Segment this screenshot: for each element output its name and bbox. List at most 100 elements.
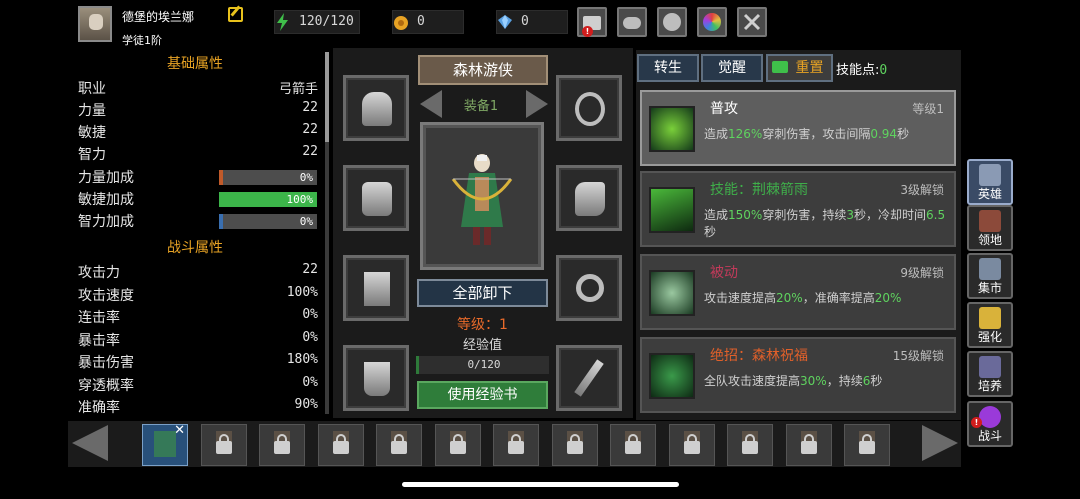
roster-slot-locked[interactable] <box>785 424 832 466</box>
roster-slot-locked[interactable] <box>668 424 715 466</box>
reset-label: 重置 <box>795 60 824 76</box>
roster-slot-locked[interactable] <box>493 424 539 466</box>
top-bar: 德堡的埃兰娜 学徒1阶 120/120 0 0 ! <box>0 0 1080 48</box>
bonus-bar: 0% <box>219 214 317 229</box>
edit-name-icon[interactable] <box>228 7 243 22</box>
bonus-value: 0% <box>299 171 313 184</box>
stat-row-class: 职业 弓箭手 <box>78 78 318 100</box>
settings-button[interactable] <box>657 7 687 37</box>
gamepad-button[interactable] <box>617 7 647 37</box>
roster-slot-locked[interactable] <box>844 424 890 466</box>
skill-name: 技能：荆棘箭雨 <box>710 182 808 198</box>
bonus-label: 敏捷加成 <box>78 192 134 208</box>
player-rank: 学徒1阶 <box>122 34 162 47</box>
roster-next-arrow[interactable] <box>922 425 958 461</box>
lock-icon <box>508 434 524 454</box>
nav-cultivate[interactable]: 培养 <box>967 351 1013 397</box>
nav-market[interactable]: 集市 <box>967 253 1013 299</box>
roster-slot-locked[interactable] <box>727 424 773 466</box>
stat-value: 180% <box>286 352 318 367</box>
reset-button[interactable]: 重置 <box>766 54 833 82</box>
skill-name: 普攻 <box>710 101 738 117</box>
scrollbar-thumb[interactable] <box>325 52 329 142</box>
close-icon[interactable]: ✕ <box>174 423 185 438</box>
equip-slot-weapon[interactable] <box>556 345 622 411</box>
stat-value: 0% <box>302 307 318 322</box>
equip-slot-pants[interactable] <box>343 255 409 321</box>
roster-slot-locked[interactable] <box>551 424 598 466</box>
nav-enhance[interactable]: 强化 <box>967 302 1013 348</box>
nav-hero[interactable]: 英雄 <box>967 159 1013 205</box>
mail-button[interactable]: ! <box>577 7 607 37</box>
armor-icon <box>362 182 392 216</box>
roster-prev-arrow[interactable] <box>72 425 108 461</box>
equip-slot-gloves[interactable] <box>556 165 622 231</box>
skill-card-basic-attack[interactable]: 普攻 等级1 造成126%穿刺伤害，攻击间隔0.94秒 <box>640 90 956 166</box>
home-indicator <box>402 482 679 487</box>
color-wheel-button[interactable] <box>697 7 727 37</box>
nav-battle[interactable]: ! 战斗 <box>967 401 1013 447</box>
combat-attributes-title: 战斗属性 <box>167 240 223 256</box>
stat-label: 连击率 <box>78 310 120 326</box>
roster-slot-locked[interactable] <box>317 424 364 466</box>
skill-name: 绝招：森林祝福 <box>710 348 808 364</box>
next-equip-set-arrow[interactable] <box>526 90 548 118</box>
skill-card-thorn-rain[interactable]: 技能：荆棘箭雨 3级解锁 造成150%穿刺伤害，持续3秒，冷却时间6.5秒 <box>640 171 956 247</box>
stat-row-intelligence: 智力 22 <box>78 144 318 166</box>
gem-value: 0 <box>521 14 529 29</box>
nav-territory[interactable]: 领地 <box>967 205 1013 251</box>
stat-row-combo: 连击率 0% <box>78 307 318 329</box>
equip-slot-necklace[interactable] <box>556 75 622 141</box>
equip-slot-ring[interactable] <box>556 255 622 321</box>
roster-slot-locked[interactable] <box>200 424 247 466</box>
crystal-icon <box>979 307 1001 329</box>
bonus-bar: 0% <box>219 170 317 185</box>
energy-counter: 120/120 <box>274 10 360 34</box>
skill-card-passive[interactable]: 被动 9级解锁 攻击速度提高20%，准确率提高20% <box>640 254 956 330</box>
stat-label: 攻击速度 <box>78 288 134 304</box>
gem-counter: 0 <box>496 10 568 34</box>
hero-level: 等级：1 <box>457 317 508 333</box>
stat-label: 穿透概率 <box>78 378 134 394</box>
stat-value: 22 <box>302 144 318 159</box>
roster-slot-locked[interactable] <box>434 424 481 466</box>
roster-slot-locked[interactable] <box>259 424 305 466</box>
bonus-label: 智力加成 <box>78 214 134 230</box>
skill-requirement: 9级解锁 <box>900 266 944 280</box>
player-avatar[interactable] <box>78 6 112 42</box>
skill-points-value: 0 <box>879 63 888 78</box>
nav-label: 英雄 <box>977 187 1002 201</box>
tab-awaken[interactable]: 觉醒 <box>701 54 763 82</box>
roster-slot-selected[interactable]: ✕ <box>142 423 188 466</box>
bonus-fill <box>219 214 223 229</box>
roster-slot-locked[interactable] <box>376 424 422 466</box>
player-name: 德堡的埃兰娜 <box>122 10 195 24</box>
equip-slot-boots[interactable] <box>343 345 409 411</box>
portal-icon <box>979 406 1001 428</box>
stat-value: 0% <box>302 375 318 390</box>
flask-icon <box>979 356 1001 378</box>
equip-slot-helmet[interactable] <box>343 75 409 141</box>
unequip-all-button[interactable]: 全部卸下 <box>417 279 548 307</box>
lock-icon <box>683 434 700 454</box>
tab-rebirth[interactable]: 转生 <box>637 54 699 82</box>
basic-attributes-title: 基础属性 <box>167 56 223 72</box>
class-banner: 森林游侠 <box>418 55 548 85</box>
use-exp-book-button[interactable]: 使用经验书 <box>417 381 548 409</box>
battle-button[interactable] <box>737 7 767 37</box>
roster-slot-locked[interactable] <box>610 424 656 466</box>
gear-icon <box>663 13 681 31</box>
stat-label: 智力 <box>78 147 106 163</box>
stat-value: 22 <box>302 262 318 277</box>
lock-icon <box>215 434 232 454</box>
stats-scrollbar[interactable] <box>325 52 329 414</box>
arrowhead-icon <box>649 270 695 316</box>
stat-label: 职业 <box>78 81 106 97</box>
skill-card-ultimate[interactable]: 绝招：森林祝福 15级解锁 全队攻击速度提高30%，持续6秒 <box>640 337 956 413</box>
prev-equip-set-arrow[interactable] <box>420 90 442 118</box>
stat-value: 100% <box>286 285 318 300</box>
castle-icon <box>979 210 1001 232</box>
equip-slot-armor[interactable] <box>343 165 409 231</box>
stat-label: 暴击伤害 <box>78 355 134 371</box>
pants-icon <box>364 272 390 306</box>
